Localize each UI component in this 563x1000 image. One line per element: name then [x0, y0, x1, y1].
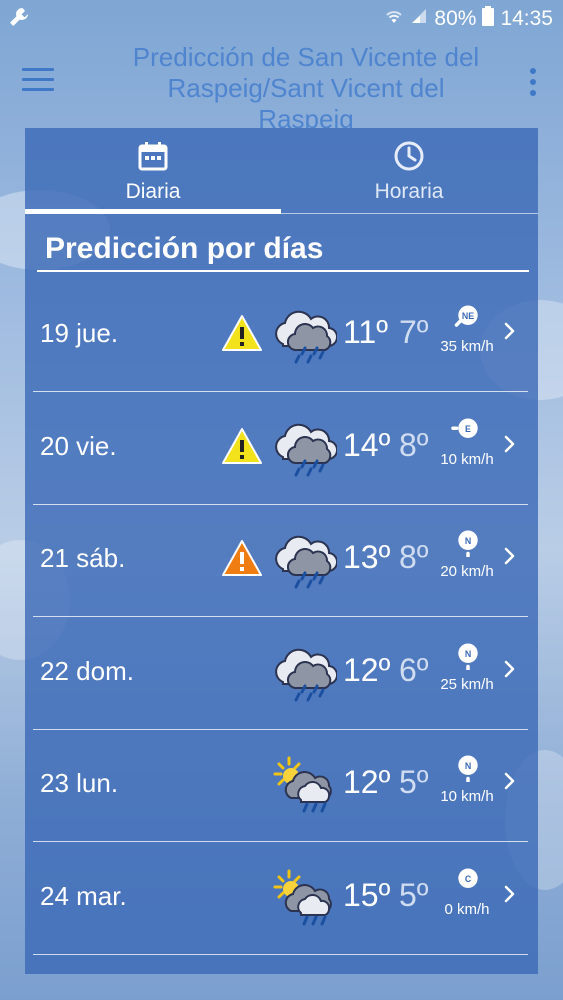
page-title: Predicción de San Vicente del Raspeig/Sa… [132, 42, 480, 128]
wind-speed: 10 km/h [440, 450, 494, 468]
day-label: 20 vie. [40, 430, 117, 461]
more-vert-icon [530, 68, 536, 74]
hamburger-line [22, 88, 54, 91]
wind-speed: 10 km/h [440, 788, 494, 805]
weather-rain-icon [275, 310, 337, 364]
temp-min: 5º [399, 764, 429, 800]
temp-min: 7º [399, 314, 429, 350]
wind-direction-icon: C [458, 868, 478, 888]
day-row[interactable]: 24 mar. 15º 5º C 0 km/h [25, 843, 538, 955]
wind-info: N 20 km/h [431, 527, 503, 587]
calendar-icon [138, 142, 168, 171]
warning-icon [222, 315, 262, 351]
day-row[interactable]: 20 vie. 14º 8º E 10 km/h [25, 393, 538, 505]
tab-daily-label: Diaria [125, 180, 181, 203]
day-row[interactable]: 23 lun. 12º 5º N 10 km/h [25, 730, 538, 842]
chevron-right-icon [504, 322, 515, 340]
temp-max: 13º [343, 539, 391, 575]
chevron-right-icon [504, 660, 515, 677]
wind-info: N 25 km/h [431, 640, 503, 700]
wind-direction-icon: N [458, 755, 478, 782]
day-label: 21 sáb. [40, 543, 126, 573]
wind-info: N 10 km/h [431, 752, 503, 812]
battery-percent: 80% [434, 7, 477, 30]
temp-max: 15º [343, 876, 391, 913]
forecast-panel: Diaria Horaria Predicción por días 19 ju… [25, 128, 538, 974]
clock-icon [394, 141, 424, 171]
chevron-right-icon [504, 435, 515, 452]
status-bar: 80% 14:35 [0, 0, 563, 36]
tab-indicator [25, 209, 281, 214]
chevron-right-icon [504, 772, 515, 790]
wifi-icon [384, 6, 404, 32]
wind-direction-icon: NE [454, 305, 478, 327]
wind-speed: 0 km/h [444, 900, 490, 918]
temp-min: 8º [399, 426, 429, 463]
tab-bar: Diaria Horaria [25, 128, 538, 214]
warning-icon [222, 427, 262, 464]
wind-direction-label: C [465, 873, 472, 883]
wind-speed: 20 km/h [440, 563, 494, 580]
wrench-icon [8, 6, 30, 34]
more-dot [530, 79, 536, 85]
day-label: 23 lun. [40, 768, 119, 798]
section-divider [37, 270, 529, 272]
section-title: Predicción por días [45, 232, 324, 265]
day-row[interactable]: 21 sáb. 13º 8º N 20 km/h [25, 505, 538, 617]
app-bar: Predicción de San Vicente del Raspeig/Sa… [0, 36, 563, 128]
chevron-right-icon [504, 547, 515, 565]
tab-daily[interactable]: Diaria [25, 128, 281, 214]
menu-button[interactable] [22, 68, 54, 94]
temp-max: 12º [343, 764, 391, 800]
temp-max: 12º [343, 651, 391, 688]
day-label: 19 jue. [40, 318, 119, 348]
wind-direction-label: E [465, 423, 471, 433]
wind-direction-label: N [465, 536, 471, 546]
weather-rain-icon [273, 869, 332, 925]
weather-rain-icon [273, 756, 332, 813]
row-divider [33, 953, 528, 955]
wind-direction-label: NE [462, 311, 474, 321]
weather-rain-icon [275, 535, 337, 589]
wind-direction-icon: N [458, 530, 478, 557]
temp-min: 8º [399, 539, 429, 575]
weather-rain-icon [275, 648, 337, 701]
temp-max: 14º [343, 426, 391, 463]
temp-min: 6º [399, 651, 429, 688]
wind-info: C 0 km/h [431, 865, 503, 925]
wind-speed: 35 km/h [440, 338, 494, 355]
temp-max: 11º [343, 314, 388, 350]
hamburger-line [22, 78, 54, 81]
tab-hourly[interactable]: Horaria [281, 128, 537, 214]
signal-icon [410, 7, 428, 31]
clock-time: 14:35 [500, 7, 553, 30]
wind-direction-icon: N [458, 643, 478, 670]
hamburger-icon [22, 68, 54, 71]
day-row[interactable]: 22 dom. 12º 6º N 25 km/h [25, 618, 538, 730]
weather-rain-icon [275, 423, 337, 476]
temp-min: 5º [399, 876, 429, 913]
chevron-right-icon [504, 885, 515, 902]
wind-direction-icon: E [451, 418, 478, 438]
battery-icon [482, 6, 495, 32]
day-label: 24 mar. [40, 880, 127, 911]
more-dot [530, 90, 536, 96]
tab-divider [281, 213, 538, 214]
warning-icon [222, 540, 262, 576]
wind-direction-label: N [465, 761, 471, 771]
more-options-button[interactable] [529, 68, 537, 98]
wind-speed: 25 km/h [440, 675, 494, 693]
tab-hourly-label: Horaria [374, 180, 444, 203]
day-label: 22 dom. [40, 655, 134, 686]
wind-info: NE 35 km/h [431, 302, 503, 362]
wind-direction-label: N [465, 648, 471, 658]
day-row[interactable]: 19 jue. 11º 7º NE 35 km/h [25, 280, 538, 392]
wind-info: E 10 km/h [431, 415, 503, 475]
